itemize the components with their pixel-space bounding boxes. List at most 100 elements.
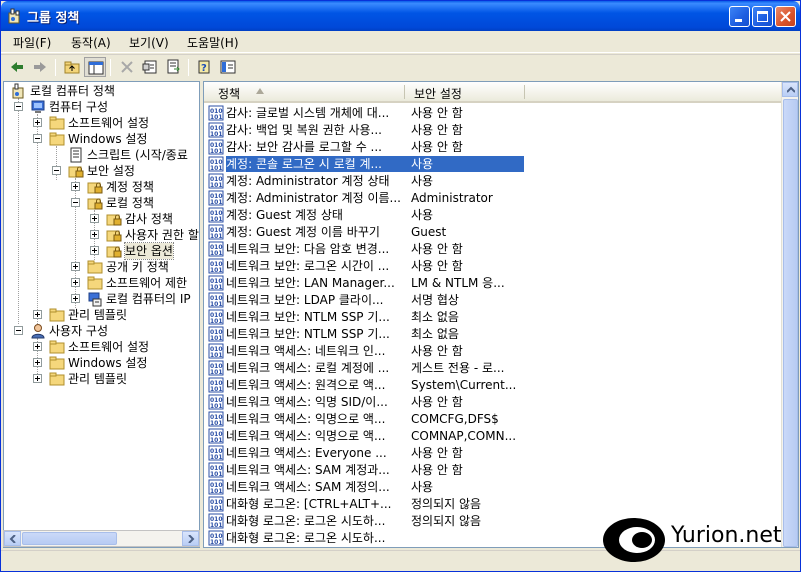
policy-row[interactable]: 010 101 네트워크 보안: 로그온 시간이 ... 사용 안 함 — [204, 258, 782, 275]
minimize-button[interactable] — [729, 6, 750, 27]
policy-row[interactable]: 010 101 네트워크 보안: NTLM SSP 기... 최소 없음 — [204, 326, 782, 343]
column-divider[interactable] — [524, 85, 525, 99]
policy-row[interactable]: 010 101 대화형 로그온: [CTRL+ALT+... 정의되지 않음 — [204, 496, 782, 513]
expand-toggle[interactable] — [71, 294, 80, 303]
tree-item-software-settings[interactable]: 소프트웨어 설정 — [4, 115, 199, 131]
help-button[interactable]: ? — [194, 57, 216, 77]
tree-item-security-options[interactable]: 보안 옵션 — [4, 242, 199, 260]
collapse-toggle[interactable] — [33, 134, 42, 143]
policy-row[interactable]: 010 101 계정: Guest 계정 상태 사용 — [204, 207, 782, 224]
policy-setting-value: 사용 안 함 — [411, 259, 463, 273]
folder-icon — [49, 116, 65, 130]
policy-row[interactable]: 010 101 네트워크 보안: 다음 암호 변경... 사용 안 함 — [204, 241, 782, 258]
expand-toggle[interactable] — [71, 182, 80, 191]
policy-row[interactable]: 010 101 계정: Administrator 계정 이름... Administ… — [204, 190, 782, 207]
policy-row[interactable]: 010 101 네트워크 액세스: 로컬 계정에 ... 게스트 전용 - 로... — [204, 360, 782, 377]
collapse-toggle[interactable] — [71, 198, 80, 207]
console-tree-button[interactable] — [217, 57, 239, 77]
tree-item-windows-settings[interactable]: Windows 설정 — [4, 131, 199, 147]
scroll-right-button[interactable] — [182, 531, 199, 546]
menu-view[interactable]: 보기(V) — [129, 34, 169, 51]
expand-toggle[interactable] — [71, 278, 80, 287]
policy-row[interactable]: 010 101 감사: 글로벌 시스템 개체에 대... 사용 안 함 — [204, 105, 782, 122]
delete-button[interactable] — [116, 57, 138, 77]
tree-item-account-policies[interactable]: 계정 정책 — [4, 179, 199, 195]
policy-row[interactable]: 010 101 네트워크 보안: NTLM SSP 기... 최소 없음 — [204, 309, 782, 326]
collapse-toggle[interactable] — [14, 326, 23, 335]
policy-row[interactable]: 010 101 네트워크 액세스: 익명으로 액... COMCFG,DFS$ — [204, 411, 782, 428]
policy-row[interactable]: 010 101 네트워크 액세스: 익명으로 액... COMNAP,COMN... — [204, 428, 782, 445]
expand-toggle[interactable] — [33, 358, 42, 367]
collapse-toggle[interactable] — [14, 102, 23, 111]
policy-row[interactable]: 010 101 계정: Guest 계정 이름 바꾸기 Guest — [204, 224, 782, 241]
column-divider[interactable] — [404, 85, 405, 99]
up-folder-button[interactable] — [61, 57, 83, 77]
policy-row[interactable]: 010 101 감사: 보안 감사를 로그할 수 ... 사용 안 함 — [204, 139, 782, 156]
tree-item-public-key-policies[interactable]: 공개 키 정책 — [4, 259, 199, 275]
column-header-policy[interactable]: 정책 — [218, 85, 240, 102]
tree-item-scripts[interactable]: 스크립트 (시작/종료 — [4, 147, 199, 163]
policy-row[interactable]: 010 101 네트워크 액세스: SAM 계정과... 사용 안 함 — [204, 462, 782, 479]
expand-toggle[interactable] — [33, 374, 42, 383]
tree-horizontal-scrollbar[interactable] — [3, 530, 200, 547]
policy-row-selected[interactable]: 010 101 계정: 콘솔 로그온 시 로컬 계... 사용 — [204, 156, 782, 173]
back-button[interactable] — [6, 57, 28, 77]
tree-item-label: Windows 설정 — [68, 132, 148, 146]
expand-toggle[interactable] — [33, 310, 42, 319]
svg-text:101: 101 — [210, 352, 223, 359]
policy-row[interactable]: 010 101 감사: 백업 및 복원 권한 사용... 사용 안 함 — [204, 122, 782, 139]
close-button[interactable] — [775, 6, 796, 27]
tree-item-admin-templates[interactable]: 관리 템플릿 — [4, 307, 199, 323]
scroll-up-button[interactable] — [782, 82, 798, 97]
tree-item-ip-security[interactable]: 로컬 컴퓨터의 IP — [4, 291, 199, 307]
menu-action[interactable]: 동작(A) — [71, 34, 111, 51]
tree-item-local-policies[interactable]: 로컬 정책 — [4, 195, 199, 211]
console-tree[interactable]: 로컬 컴퓨터 정책 컴퓨터 구성 소프트웨어 설정 Windows 설정 스크립… — [3, 81, 200, 548]
expand-toggle[interactable] — [33, 342, 42, 351]
forward-button[interactable] — [29, 57, 51, 77]
tree-item-user-software-settings[interactable]: 소프트웨어 설정 — [4, 339, 199, 355]
menu-file[interactable]: 파일(F) — [13, 34, 51, 51]
policy-setting-icon: 010101 — [208, 530, 224, 546]
policy-row[interactable]: 010 101 네트워크 액세스: 네트워크 인... 사용 안 함 — [204, 343, 782, 360]
expand-toggle[interactable] — [90, 230, 99, 239]
list-vertical-scrollbar[interactable] — [781, 82, 798, 547]
tree-item-user-config[interactable]: 사용자 구성 — [4, 323, 199, 339]
tree-item-audit-policy[interactable]: 감사 정책 — [4, 211, 199, 227]
column-header-security-setting[interactable]: 보안 설정 — [414, 85, 462, 102]
tree-item-local-computer-policy[interactable]: 로컬 컴퓨터 정책 — [4, 83, 199, 99]
policy-row[interactable]: 010 101 네트워크 액세스: Everyone ... 사용 안 함 — [204, 445, 782, 462]
tree-item-security-settings[interactable]: 보안 설정 — [4, 163, 199, 179]
show-hide-tree-button[interactable] — [84, 57, 106, 77]
scroll-thumb[interactable] — [783, 99, 798, 547]
policy-row[interactable]: 010 101 네트워크 액세스: 익명 SID/이... 사용 안 함 — [204, 394, 782, 411]
tree-item-user-rights[interactable]: 사용자 권한 할 — [4, 227, 199, 243]
properties-button[interactable] — [139, 57, 161, 77]
policy-row[interactable]: 010 101 네트워크 액세스: 원격으로 액... System\Current.… — [204, 377, 782, 394]
scroll-left-button[interactable] — [4, 531, 21, 546]
policy-setting-value: 사용 — [411, 157, 434, 171]
tree-item-user-admin-templates[interactable]: 관리 템플릿 — [4, 371, 199, 387]
expand-toggle[interactable] — [71, 262, 80, 271]
maximize-button[interactable] — [752, 6, 773, 27]
collapse-toggle[interactable] — [52, 166, 61, 175]
policy-list[interactable]: 정책 보안 설정 010 101 감사: 글로벌 시스템 개체에 대... 사용 안 … — [203, 81, 799, 548]
tree-item-user-windows-settings[interactable]: Windows 설정 — [4, 355, 199, 371]
expand-toggle[interactable] — [90, 214, 99, 223]
policy-setting-value: COMNAP,COMN... — [411, 429, 517, 443]
title-bar[interactable]: 그룹 정책 — [1, 1, 800, 31]
expand-toggle[interactable] — [33, 118, 42, 127]
policy-row[interactable]: 010 101 계정: Administrator 계정 상태 사용 — [204, 173, 782, 190]
tree-item-computer-config[interactable]: 컴퓨터 구성 — [4, 99, 199, 115]
tree-item-software-restriction[interactable]: 소프트웨어 제한 — [4, 275, 199, 291]
scroll-thumb[interactable] — [22, 532, 117, 545]
policy-setting-value: 사용 안 함 — [411, 395, 463, 409]
export-list-button[interactable] — [162, 57, 184, 77]
policy-row[interactable]: 010 101 네트워크 액세스: SAM 계정의... 사용 — [204, 479, 782, 496]
expand-toggle[interactable] — [90, 246, 99, 255]
chevron-right-icon — [188, 535, 195, 543]
policy-row[interactable]: 010 101 네트워크 보안: LDAP 클라이... 서명 협상 — [204, 292, 782, 309]
menu-help[interactable]: 도움말(H) — [187, 34, 239, 51]
policy-row[interactable]: 010 101 네트워크 보안: LAN Manager... LM & NTLM 응… — [204, 275, 782, 292]
policy-setting-value: 사용 안 함 — [411, 463, 463, 477]
